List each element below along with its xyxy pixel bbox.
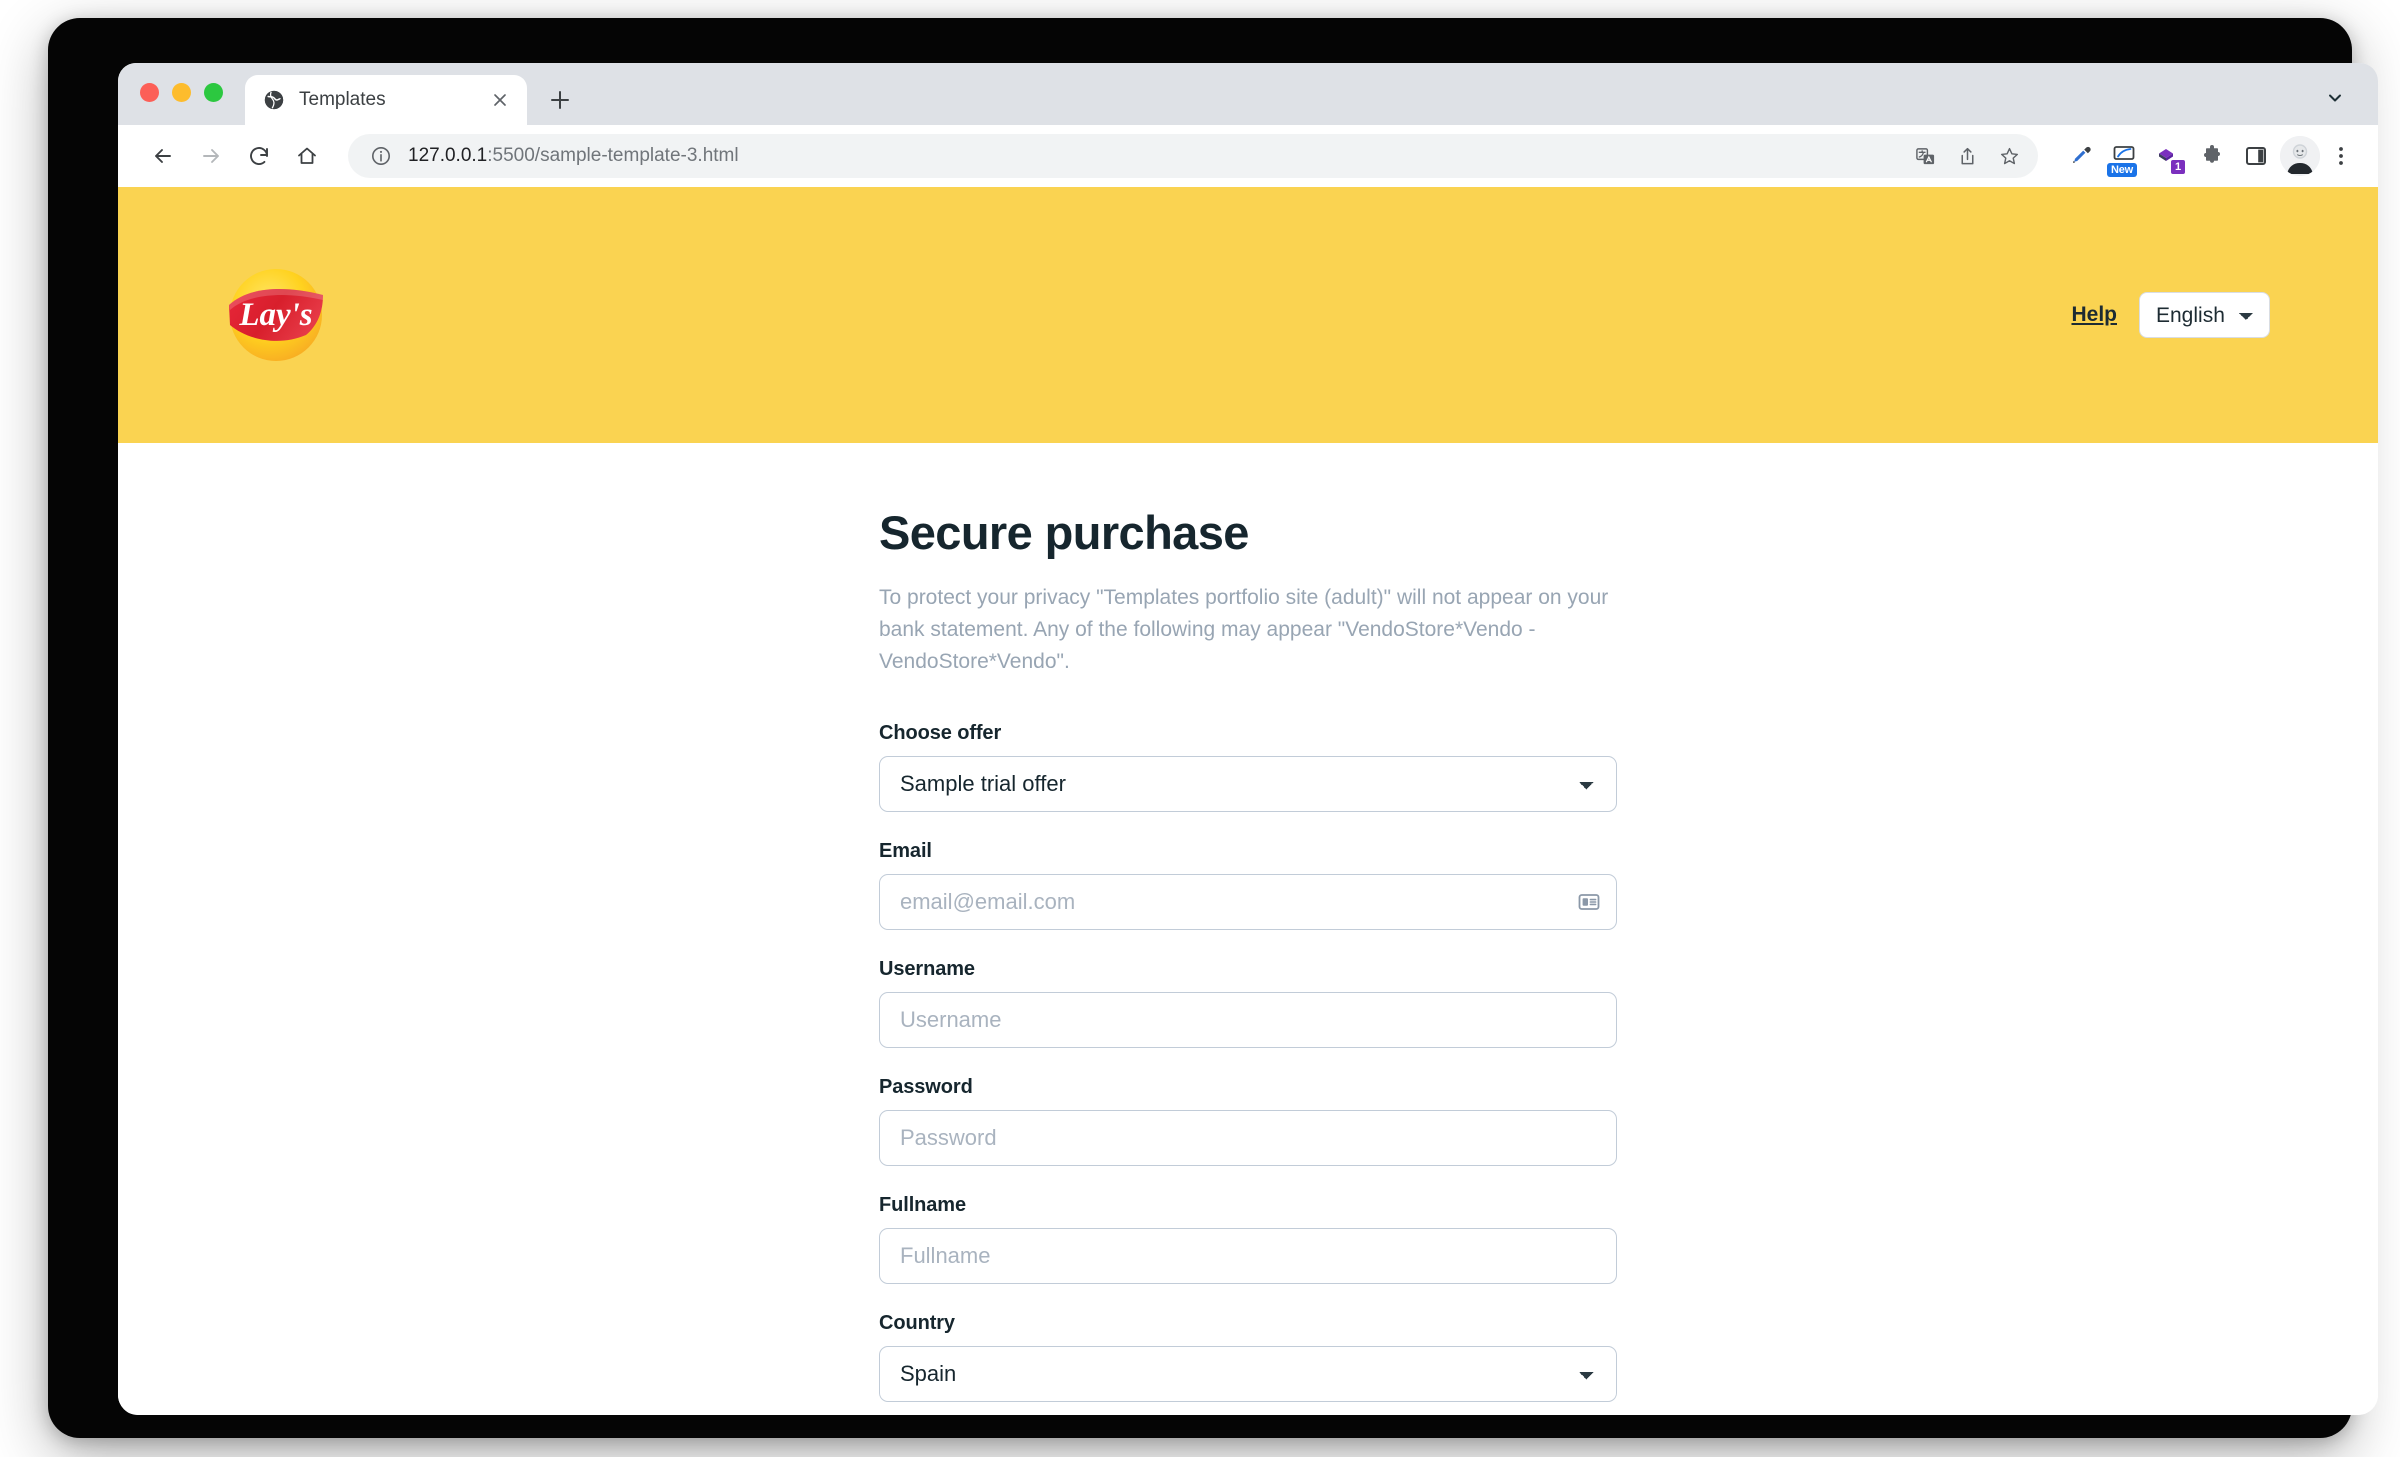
page-body: Secure purchase To protect your privacy … <box>118 443 2378 1415</box>
address-bar-actions <box>1906 137 2028 175</box>
desktop-background: Templates 127.0.0.1:5500/sample-template… <box>0 0 2400 1457</box>
forward-icon[interactable] <box>190 135 232 177</box>
lays-logo[interactable]: Lay's <box>226 265 326 365</box>
share-icon[interactable] <box>1948 137 1986 175</box>
label-password: Password <box>879 1075 973 1098</box>
email-input-wrap <box>879 873 1617 930</box>
new-tab-button[interactable] <box>539 79 581 121</box>
label-choose-offer: Choose offer <box>879 721 1002 744</box>
side-panel-icon[interactable] <box>2236 136 2276 176</box>
avatar[interactable] <box>2280 136 2320 176</box>
puzzle-piece-icon[interactable] <box>2192 136 2232 176</box>
field-choose-offer: Choose offer Sample trial offer <box>879 722 1617 812</box>
minimize-window-button[interactable] <box>172 82 191 102</box>
help-link[interactable]: Help <box>2071 303 2117 327</box>
reload-icon[interactable] <box>238 135 280 177</box>
translate-icon[interactable] <box>1906 137 1944 175</box>
home-icon[interactable] <box>286 135 328 177</box>
url-path: :5500/sample-template-3.html <box>487 145 739 166</box>
url-text: 127.0.0.1:5500/sample-template-3.html <box>408 145 1906 167</box>
browser-toolbar: 127.0.0.1:5500/sample-template-3.html Ne… <box>118 125 2378 187</box>
close-icon[interactable] <box>487 87 513 113</box>
field-email: Email <box>879 840 1617 930</box>
extension-badge-count: 1 <box>2170 159 2186 175</box>
close-window-button[interactable] <box>140 82 159 102</box>
browser-menu-icon[interactable] <box>2324 136 2358 176</box>
url-host: 127.0.0.1 <box>408 145 488 166</box>
contact-card-autofill-icon[interactable] <box>1577 890 1601 914</box>
browser-window: Templates 127.0.0.1:5500/sample-template… <box>118 63 2378 1415</box>
password-input[interactable] <box>879 1109 1617 1166</box>
screenshot-tool-icon[interactable]: New <box>2104 136 2144 177</box>
language-select[interactable]: English <box>2139 292 2270 338</box>
extension-purple-icon[interactable]: 1 <box>2148 136 2188 176</box>
new-badge: New <box>2107 163 2138 177</box>
tab-templates[interactable]: Templates <box>245 75 527 125</box>
label-username: Username <box>879 957 975 980</box>
purchase-form: Secure purchase To protect your privacy … <box>879 505 1617 1415</box>
page-viewport: Lay's Help English Secure purchase To pr… <box>118 187 2378 1415</box>
maximize-window-button[interactable] <box>204 82 223 102</box>
back-icon[interactable] <box>142 135 184 177</box>
svg-text:Lay's: Lay's <box>238 297 312 333</box>
country-select[interactable]: Spain <box>879 1345 1617 1402</box>
fullname-input[interactable] <box>879 1227 1617 1284</box>
tab-list-chevron-down-icon[interactable] <box>2318 81 2352 115</box>
choose-offer-select[interactable]: Sample trial offer <box>879 755 1617 812</box>
bookmark-star-icon[interactable] <box>1990 137 2028 175</box>
page-title: Secure purchase <box>879 506 1249 559</box>
info-circle-icon[interactable] <box>368 143 394 169</box>
extension-toolbar: New 1 <box>2060 136 2358 177</box>
label-email: Email <box>879 839 932 862</box>
field-username: Username <box>879 958 1617 1048</box>
tab-title: Templates <box>299 89 386 110</box>
globe-icon <box>263 89 285 111</box>
label-fullname: Fullname <box>879 1193 966 1216</box>
site-header: Lay's Help English <box>118 187 2378 443</box>
email-input[interactable] <box>879 873 1617 930</box>
field-password: Password <box>879 1076 1617 1166</box>
privacy-notice: To protect your privacy "Templates portf… <box>879 586 1609 673</box>
eyedropper-icon[interactable] <box>2060 136 2100 176</box>
tab-strip: Templates <box>118 63 2378 125</box>
username-input[interactable] <box>879 991 1617 1048</box>
window-controls <box>140 63 223 125</box>
field-fullname: Fullname <box>879 1194 1617 1284</box>
browser-window-frame: Templates 127.0.0.1:5500/sample-template… <box>48 18 2378 1438</box>
header-actions: Help English <box>2071 292 2270 338</box>
label-country: Country <box>879 1311 955 1334</box>
field-country: Country Spain <box>879 1312 1617 1402</box>
address-bar[interactable]: 127.0.0.1:5500/sample-template-3.html <box>348 134 2038 178</box>
